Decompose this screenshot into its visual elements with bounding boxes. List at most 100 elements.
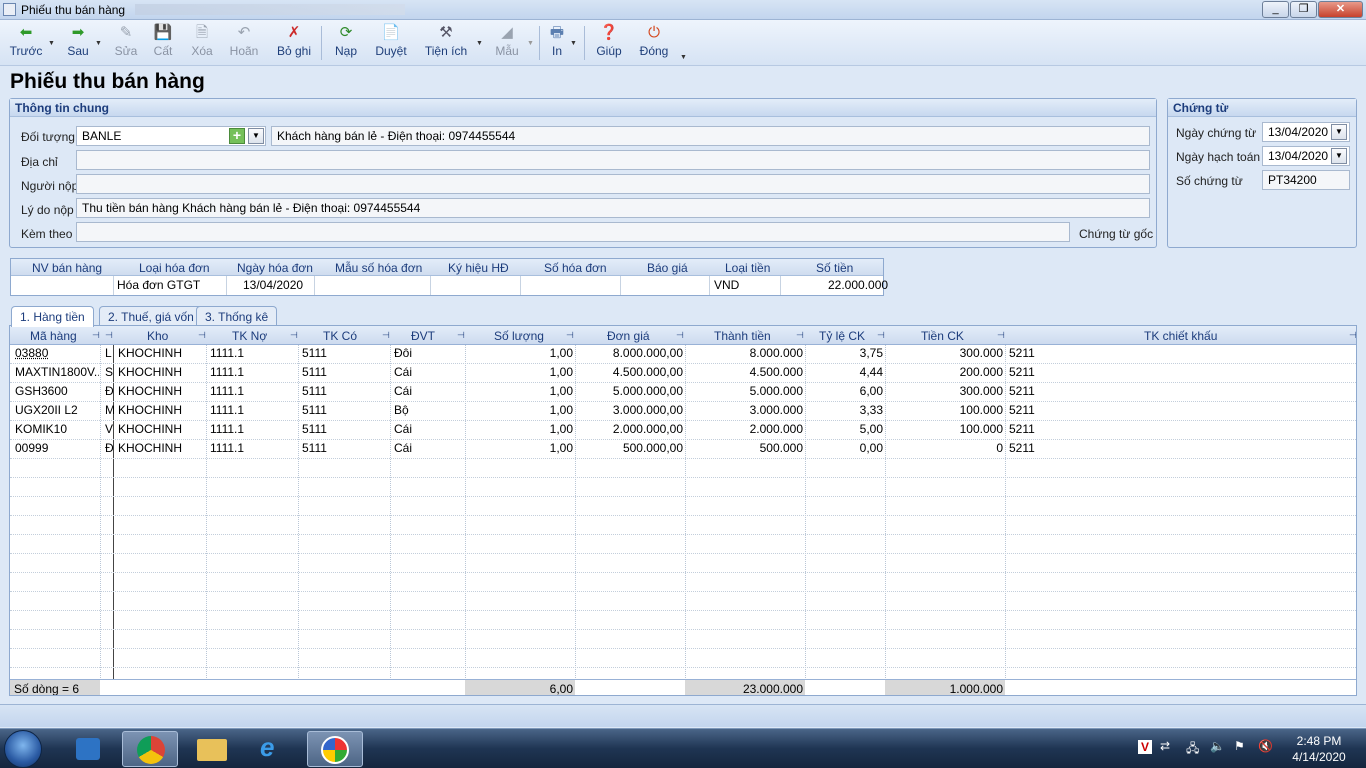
minimize-button[interactable]: _ <box>1262 1 1289 18</box>
taskbar-media-player[interactable] <box>60 731 116 767</box>
tab-hang-tien[interactable]: 1. Hàng tiền <box>11 306 94 327</box>
next-button[interactable]: ➡ Sau <box>62 24 94 64</box>
cell-ten-hang[interactable]: V <box>105 422 113 436</box>
pin-icon[interactable]: ⊣ <box>382 331 390 340</box>
system-clock[interactable]: 2:48 PM 4/14/2020 <box>1284 733 1354 765</box>
pin-icon[interactable]: ⊣ <box>92 331 100 340</box>
cell-so-luong[interactable]: 1,00 <box>465 365 573 379</box>
dia-chi-input[interactable] <box>76 150 1150 170</box>
ly-do-input[interactable]: Thu tiền bán hàng Khách hàng bán lẻ - Đi… <box>76 198 1150 218</box>
cell-tk-chiet-khau[interactable]: 5211 <box>1009 384 1035 398</box>
pin-icon[interactable]: ⊣ <box>105 331 113 340</box>
cell-dvt[interactable]: Cái <box>394 384 412 398</box>
cell-dvt[interactable]: Bộ <box>394 403 409 417</box>
invoice-cell[interactable]: VND <box>714 278 739 292</box>
pin-icon[interactable]: ⊣ <box>877 331 885 340</box>
taskbar-explorer[interactable] <box>184 731 240 767</box>
cell-thanh-tien[interactable]: 8.000.000 <box>685 346 803 360</box>
help-button[interactable]: ❓ Giúp <box>594 24 624 64</box>
col-header-tk-no[interactable]: TK Nợ <box>232 329 267 343</box>
cell-kho[interactable]: KHOCHINH <box>118 365 182 379</box>
cell-kho[interactable]: KHOCHINH <box>118 346 182 360</box>
cell-ten-hang[interactable]: L <box>105 346 112 360</box>
invoice-cell[interactable]: 22.000.000 <box>828 278 888 292</box>
kem-theo-input[interactable] <box>76 222 1070 242</box>
cell-kho[interactable]: KHOCHINH <box>118 403 182 417</box>
cell-ma-hang[interactable]: GSH3600 <box>15 384 99 398</box>
close-window-button[interactable]: ✕ <box>1318 1 1363 18</box>
so-chung-tu-input[interactable]: PT34200 <box>1262 170 1350 190</box>
col-header-tien-ck[interactable]: Tiền CK <box>921 329 964 343</box>
print-dropdown-icon[interactable]: ▼ <box>570 40 577 47</box>
taskbar-ie[interactable]: e <box>246 731 302 767</box>
flag-icon[interactable]: ⚑ <box>1234 739 1245 753</box>
pin-icon[interactable]: ⊣ <box>676 331 684 340</box>
tab-thong-ke[interactable]: 3. Thống kê <box>196 306 278 326</box>
cell-ma-hang[interactable]: 03880 <box>15 346 99 360</box>
ngay-chung-tu-dropdown-icon[interactable]: ▼ <box>1331 124 1347 140</box>
load-button[interactable]: ⟳ Nạp <box>332 24 360 64</box>
pin-icon[interactable]: ⊣ <box>997 331 1005 340</box>
antivirus-icon[interactable]: V <box>1138 740 1153 754</box>
cell-tk-chiet-khau[interactable]: 5211 <box>1009 422 1035 436</box>
cell-kho[interactable]: KHOCHINH <box>118 422 182 436</box>
delete-button[interactable]: 🗎 Xóa <box>188 24 216 64</box>
undo-button[interactable]: ↶ Hoãn <box>228 24 260 64</box>
close-button[interactable]: ⏻ Đóng <box>637 24 671 64</box>
pin-icon[interactable]: ⊣ <box>1349 331 1356 340</box>
cell-tien-ck[interactable]: 300.000 <box>885 384 1003 398</box>
cell-thanh-tien[interactable]: 3.000.000 <box>685 403 803 417</box>
cell-dvt[interactable]: Đôi <box>394 346 412 360</box>
col-header-thanh-tien[interactable]: Thành tiền <box>714 329 771 343</box>
cell-don-gia[interactable]: 8.000.000,00 <box>575 346 683 360</box>
taskbar-chrome[interactable] <box>122 731 178 767</box>
cell-ty-le-ck[interactable]: 3,33 <box>805 403 883 417</box>
col-header-so-luong[interactable]: Số lượng <box>494 329 544 343</box>
cell-kho[interactable]: KHOCHINH <box>118 441 182 455</box>
col-header-don-gia[interactable]: Đơn giá <box>607 329 650 343</box>
restore-button[interactable]: ❐ <box>1290 1 1317 18</box>
pin-icon[interactable]: ⊣ <box>566 331 574 340</box>
col-header-tk-co[interactable]: TK Có <box>323 329 357 343</box>
cell-ten-hang[interactable]: M <box>105 403 115 417</box>
add-icon[interactable]: + <box>229 128 245 144</box>
cell-ma-hang[interactable]: KOMIK10 <box>15 422 99 436</box>
cell-ma-hang[interactable]: UGX20II L2 <box>15 403 99 417</box>
doi-tuong-description[interactable]: Khách hàng bán lẻ - Điện thoại: 09744555… <box>271 126 1150 146</box>
save-button[interactable]: 💾 Cất <box>150 24 176 64</box>
cell-dvt[interactable]: Cái <box>394 441 412 455</box>
utilities-dropdown-icon[interactable]: ▼ <box>476 40 483 47</box>
pin-icon[interactable]: ⊣ <box>457 331 465 340</box>
invoice-cell[interactable]: 13/04/2020 <box>243 278 303 292</box>
cell-tk-chiet-khau[interactable]: 5211 <box>1009 346 1035 360</box>
template-dropdown-icon[interactable]: ▼ <box>527 40 534 47</box>
cell-ty-le-ck[interactable]: 3,75 <box>805 346 883 360</box>
cell-tk-no[interactable]: 1111.1 <box>210 384 244 398</box>
teamviewer-icon[interactable]: ⇄ <box>1160 739 1170 753</box>
cell-so-luong[interactable]: 1,00 <box>465 441 573 455</box>
cell-tk-co[interactable]: 5111 <box>302 403 327 417</box>
cell-don-gia[interactable]: 2.000.000,00 <box>575 422 683 436</box>
cell-thanh-tien[interactable]: 4.500.000 <box>685 365 803 379</box>
cell-tk-co[interactable]: 5111 <box>302 346 327 360</box>
cell-tk-no[interactable]: 1111.1 <box>210 346 244 360</box>
cell-tien-ck[interactable]: 200.000 <box>885 365 1003 379</box>
invoice-cell[interactable]: Hóa đơn GTGT <box>117 278 200 292</box>
prev-button[interactable]: ⬅ Trước <box>8 24 44 64</box>
nguoi-nop-input[interactable] <box>76 174 1150 194</box>
col-header-kho[interactable]: Kho <box>147 329 168 343</box>
cell-tk-no[interactable]: 1111.1 <box>210 365 244 379</box>
cell-so-luong[interactable]: 1,00 <box>465 346 573 360</box>
cell-dvt[interactable]: Cái <box>394 422 412 436</box>
start-button[interactable] <box>4 730 42 768</box>
pin-icon[interactable]: ⊣ <box>290 331 298 340</box>
cell-tk-no[interactable]: 1111.1 <box>210 403 244 417</box>
toolbar-overflow-icon[interactable]: ▼ <box>680 54 687 61</box>
col-header-ty-le-ck[interactable]: Tỷ lệ CK <box>819 329 865 343</box>
cell-kho[interactable]: KHOCHINH <box>118 384 182 398</box>
cell-tien-ck[interactable]: 300.000 <box>885 346 1003 360</box>
cell-tk-co[interactable]: 5111 <box>302 441 327 455</box>
taskbar-misa[interactable] <box>307 731 363 767</box>
pin-icon[interactable]: ⊣ <box>198 331 206 340</box>
cell-thanh-tien[interactable]: 5.000.000 <box>685 384 803 398</box>
